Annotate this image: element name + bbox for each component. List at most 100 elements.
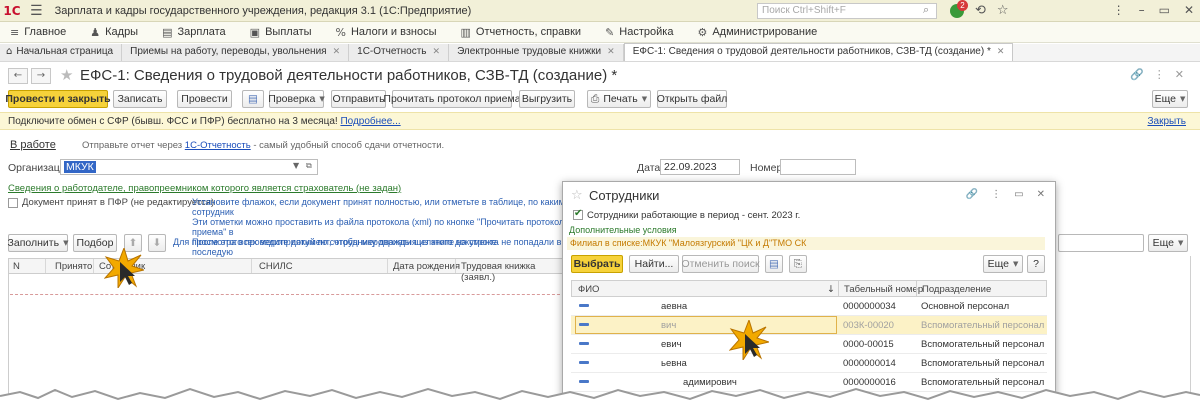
number-field[interactable]	[780, 159, 856, 175]
attach-icon[interactable]: ⎘	[789, 255, 807, 273]
minimize-icon[interactable]: –	[1139, 3, 1145, 17]
col-separator	[387, 259, 388, 273]
tab-1c-reporting[interactable]: 1С-Отчетность ✕	[349, 44, 450, 61]
table-search-field[interactable]	[1058, 234, 1144, 252]
print-button[interactable]: ⎙ Печать ▼	[587, 90, 651, 108]
employer-link[interactable]: Сведения о работодателе, правопреемником…	[8, 183, 401, 194]
form-header-icons: 🔗 ⋮ ✕	[1130, 68, 1184, 81]
col-snils[interactable]: СНИЛС	[259, 261, 293, 272]
save-button[interactable]: Записать	[113, 90, 167, 108]
tab-home[interactable]: ⌂ Начальная страница	[0, 44, 123, 61]
close-icon[interactable]: ✕	[1184, 3, 1194, 17]
percent-icon: %	[335, 25, 346, 39]
table-header: N Принято Сотрудник СНИЛС Дата рождения …	[8, 258, 570, 283]
back-button[interactable]: ←	[8, 68, 28, 84]
wrench-icon: ✎	[605, 25, 615, 39]
section-payments[interactable]: ▣ Выплаты	[250, 26, 312, 39]
tab-etk[interactable]: Электронные трудовые книжки ✕	[449, 44, 624, 61]
favorite-star-icon[interactable]: ★	[60, 66, 73, 84]
post-close-button[interactable]: Провести и закрыть	[5, 90, 111, 108]
list-icon[interactable]: ▤	[765, 255, 783, 273]
cancel-search-button[interactable]: Отменить поиск	[681, 255, 760, 273]
move-down-icon[interactable]: ⬇	[148, 234, 166, 252]
col-n[interactable]: N	[13, 261, 20, 272]
col-accepted[interactable]: Принято	[55, 261, 92, 272]
period-filter-checkbox[interactable]	[573, 208, 583, 220]
link-icon[interactable]: 🔗	[966, 189, 978, 200]
check-button[interactable]: Проверка ▼	[268, 90, 325, 108]
chevron-down-icon: ▼	[1178, 239, 1184, 247]
sections-bar: ≡ Главное ♟ Кадры ▤ Зарплата ▣ Выплаты % Нало…	[0, 22, 1200, 43]
section-salary[interactable]: ▤ Зарплата	[162, 26, 226, 39]
post-button[interactable]: Провести	[177, 90, 232, 108]
send-note-suffix: - самый удобный способ сдачи отчетности.	[253, 140, 445, 151]
titlebar-icons: 2 ⟲ ☆	[950, 0, 1009, 18]
col-separator	[93, 259, 94, 273]
col-tab-number[interactable]: Табельный номер	[844, 284, 923, 295]
select-button[interactable]: Выбрать	[571, 255, 623, 273]
chevron-down-icon: ▼	[641, 95, 648, 103]
open-file-button[interactable]: Открыть файл	[657, 90, 727, 108]
close-tab-icon[interactable]: ✕	[997, 47, 1005, 57]
maximize-icon[interactable]: ▭	[1159, 3, 1170, 17]
org-field[interactable]: МКУК ▼ ⧉	[60, 159, 318, 175]
report-icon[interactable]: ▤	[242, 90, 264, 108]
search-icon[interactable]: ⌕	[923, 3, 929, 17]
section-main[interactable]: ≡ Главное	[10, 26, 66, 39]
more-icon[interactable]: ⋮	[991, 189, 1001, 200]
date-field[interactable]: 22.09.2023	[660, 159, 740, 175]
link-icon[interactable]: 🔗	[1130, 68, 1144, 81]
tab-efs1[interactable]: ЕФС-1: Сведения о трудовой деятельности …	[623, 43, 1014, 61]
read-protocol-button[interactable]: Прочитать протокол приема	[383, 90, 521, 108]
col-department[interactable]: Подразделение	[922, 284, 991, 295]
table-row[interactable]: аевна 0000000034 Основной персонал	[571, 297, 1047, 316]
table-body[interactable]	[8, 274, 570, 394]
extra-conditions-link[interactable]: Дополнительные условия	[569, 225, 677, 235]
notifications-icon[interactable]: 2	[950, 0, 968, 18]
more-button[interactable]: Еще ▼	[1152, 90, 1188, 108]
favorite-star-icon[interactable]: ☆	[571, 188, 583, 203]
section-taxes[interactable]: % Налоги и взносы	[336, 26, 437, 39]
table-row[interactable]: евич 0000-00015 Вспомогательный персонал	[571, 335, 1047, 354]
accepted-checkbox[interactable]	[8, 198, 18, 208]
history-icon[interactable]: ⟲	[975, 3, 986, 18]
col-fio[interactable]: ФИО	[578, 284, 599, 295]
search-input[interactable]: Поиск Ctrl+Shift+F	[757, 3, 937, 19]
dialog-window-icons: 🔗 ⋮ ▭ ✕	[966, 189, 1045, 200]
section-admin[interactable]: ⚙ Администрирование	[697, 26, 817, 39]
section-reports[interactable]: ▥ Отчетность, справки	[460, 26, 581, 39]
dialog-more-button[interactable]: Еще ▼	[983, 255, 1023, 273]
status-link[interactable]: В работе	[10, 139, 56, 151]
close-tab-icon[interactable]: ✕	[433, 47, 441, 57]
upload-button[interactable]: Выгрузить	[519, 90, 575, 108]
table-row-selected[interactable]: вич 003К-00020 Вспомогательный персонал	[571, 316, 1047, 335]
send-button[interactable]: Отправить	[331, 90, 386, 108]
main-menu-icon[interactable]: ☰	[30, 3, 43, 19]
more-icon[interactable]: ⋮	[1154, 68, 1165, 81]
fill-button[interactable]: Заполнить ▼	[8, 234, 68, 252]
col-birthdate[interactable]: Дата рождения	[393, 261, 460, 272]
maximize-icon[interactable]: ▭	[1014, 189, 1023, 200]
tab-label: Приемы на работу, переводы, увольнения	[130, 46, 327, 57]
open-icon[interactable]: ⧉	[306, 161, 312, 171]
info-close-link[interactable]: Закрыть	[1147, 116, 1186, 127]
close-tab-icon[interactable]: ✕	[607, 47, 615, 57]
close-icon[interactable]: ✕	[1175, 68, 1184, 81]
table-row[interactable]: ьевна 0000000014 Вспомогательный персона…	[571, 354, 1047, 373]
table-more-button[interactable]: Еще ▼	[1148, 234, 1188, 252]
chevron-down-icon[interactable]: ▼	[293, 161, 299, 170]
help-button[interactable]: ?	[1027, 255, 1045, 273]
find-button[interactable]: Найти...	[629, 255, 679, 273]
salary-icon: ▤	[162, 25, 173, 39]
forward-button[interactable]: →	[31, 68, 51, 84]
close-icon[interactable]: ✕	[1037, 189, 1045, 200]
info-more-link[interactable]: Подробнее...	[340, 116, 400, 127]
section-settings[interactable]: ✎ Настройка	[605, 26, 673, 39]
more-icon[interactable]: ⋮	[1113, 3, 1125, 17]
sort-arrow-icon[interactable]: ↓	[827, 284, 835, 295]
1c-reporting-link[interactable]: 1С-Отчетность	[185, 140, 251, 151]
tab-hiring[interactable]: Приемы на работу, переводы, увольнения ✕	[122, 44, 350, 61]
close-tab-icon[interactable]: ✕	[333, 47, 341, 57]
section-staff[interactable]: ♟ Кадры	[90, 26, 138, 39]
favorites-icon[interactable]: ☆	[997, 3, 1009, 18]
